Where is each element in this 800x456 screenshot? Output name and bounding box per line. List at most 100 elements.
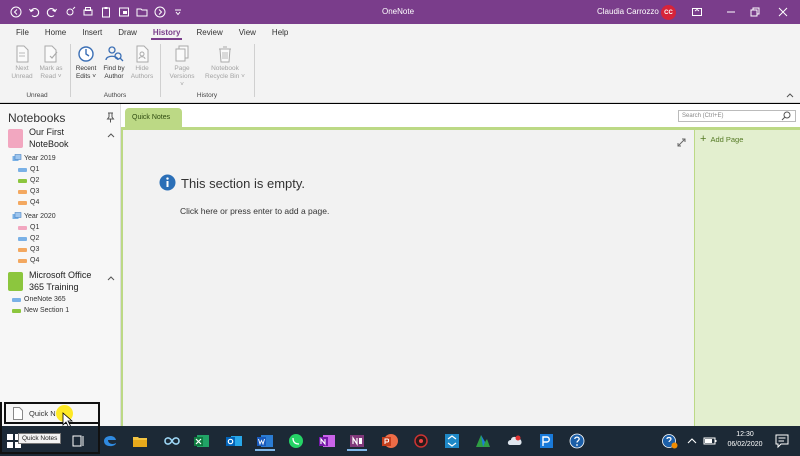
whatsapp-icon[interactable] [286,431,306,451]
avatar[interactable]: CC [661,5,676,20]
user-name[interactable]: Claudia Carrozzo [597,7,659,16]
mark-read-icon [44,45,58,63]
chevron-up-icon[interactable] [107,274,115,282]
section-group-year-2019[interactable]: Year 2019 [12,154,56,162]
section-q4[interactable]: Q4 [18,199,39,206]
hide-authors-button[interactable]: Hide Authors [128,44,156,81]
tab-insert[interactable]: Insert [74,28,110,40]
expand-icon[interactable] [677,138,686,147]
next-unread-button[interactable]: Next Unread [8,44,36,81]
tab-draw[interactable]: Draw [110,28,145,40]
taskbar [0,426,800,456]
find-by-author-button[interactable]: Find by Author [100,44,128,81]
add-page-button[interactable]: + Add Page [700,133,743,145]
section-new-section-1[interactable]: New Section 1 [12,307,69,314]
word-icon[interactable] [255,431,275,451]
page-canvas[interactable]: This section is empty. Click here or pre… [121,127,694,426]
customize-icon[interactable] [170,4,185,20]
onenote-icon[interactable] [317,431,337,451]
section-tab-icon [12,308,21,313]
folder-icon[interactable] [134,4,149,20]
section-q2[interactable]: Q2 [18,235,39,242]
powerpoint-icon[interactable] [380,431,400,451]
section-tab-icon [18,200,27,205]
notebook-icon [8,272,23,291]
chevron-up-icon[interactable] [107,131,115,139]
cloud-icon[interactable] [505,431,525,451]
search-input[interactable]: Search (Ctrl+E) [678,110,796,122]
notebooks-header: Notebooks [8,111,66,125]
print-icon[interactable] [80,4,95,20]
ribbon: Next Unread Mark as Read ˅ Unread Recent… [0,40,800,103]
page-versions-button[interactable]: Page Versions ˅ [168,44,196,89]
tab-file[interactable]: File [8,28,37,40]
section-q3[interactable]: Q3 [18,246,39,253]
section-q4[interactable]: Q4 [18,257,39,264]
ribbon-display-options-button[interactable] [680,0,714,24]
section-q1[interactable]: Q1 [18,166,39,173]
battery-icon[interactable] [700,431,720,451]
redo-icon[interactable] [44,4,59,20]
back-icon[interactable] [8,4,23,20]
notebook-icon [8,129,23,148]
recycle-bin-icon [219,46,231,63]
search-icon[interactable] [781,111,791,121]
info-icon [159,174,176,191]
onenote-app-icon[interactable] [347,431,367,451]
help-tray-icon[interactable] [660,431,680,451]
section-tab-bar: Quick Notes Search (Ctrl+E) [121,104,800,129]
section-tab-icon [18,167,27,172]
outlook-icon[interactable] [224,431,244,451]
help-icon[interactable] [567,431,587,451]
mark-as-read-button[interactable]: Mark as Read ˅ [37,44,65,81]
system-clock[interactable]: 12:30 06/02/2020 [722,430,768,450]
section-group-icon [12,154,22,161]
page-versions-icon [175,45,189,62]
clipboard-icon[interactable] [98,4,113,20]
section-tab-icon [18,178,27,183]
page-list-pane: + Add Page [694,127,800,426]
forward-icon[interactable] [152,4,167,20]
infinity-icon[interactable] [162,431,182,451]
notifications-icon[interactable] [772,431,792,451]
sync-icon[interactable] [62,4,77,20]
section-onenote-365[interactable]: OneNote 365 [12,296,66,303]
active-indicator [255,449,275,451]
undo-icon[interactable] [26,4,41,20]
title-bar: OneNote Claudia Carrozzo CC [0,0,800,24]
notebook-recycle-bin-button[interactable]: Notebook Recycle Bin ˅ [204,44,246,81]
chevron-up-icon[interactable] [682,431,702,451]
section-tab-quick-notes[interactable]: Quick Notes [125,108,182,129]
recent-edits-button[interactable]: Recent Edits ˅ [72,44,100,81]
edge-icon[interactable] [100,431,120,451]
file-explorer-icon[interactable] [130,431,150,451]
excel-icon[interactable] [192,431,212,451]
quick-notes-item[interactable]: Quick N [4,402,100,428]
tab-history[interactable]: History [145,28,189,40]
pin-icon[interactable] [106,112,115,123]
section-group-year-2020[interactable]: Year 2020 [12,212,56,220]
tab-review[interactable]: Review [188,28,230,40]
tab-view[interactable]: View [231,28,264,40]
section-tab-icon [18,189,27,194]
publisher-icon[interactable] [536,431,556,451]
close-button[interactable] [766,0,800,24]
notebook-pane: Notebooks Our First NoteBook Year 2019 Q… [0,104,121,426]
section-group-icon [12,212,22,219]
section-q1[interactable]: Q1 [18,224,39,231]
tab-home[interactable]: Home [37,28,74,40]
ribbon-separator [160,44,161,97]
quick-notes-tooltip: Quick Notes [18,433,62,444]
task-view-icon[interactable] [68,431,88,451]
maps-icon[interactable] [473,431,493,451]
ribbon-separator [254,44,255,97]
section-q2[interactable]: Q2 [18,177,39,184]
tab-help[interactable]: Help [264,28,296,40]
view-icon[interactable] [116,4,131,20]
section-q3[interactable]: Q3 [18,188,39,195]
camera-icon[interactable] [411,431,431,451]
collapse-ribbon-icon[interactable] [786,91,794,99]
app-icon[interactable] [442,431,462,451]
add-page-hint[interactable]: Click here or press enter to add a page. [180,206,329,216]
section-tab-icon [18,258,27,263]
